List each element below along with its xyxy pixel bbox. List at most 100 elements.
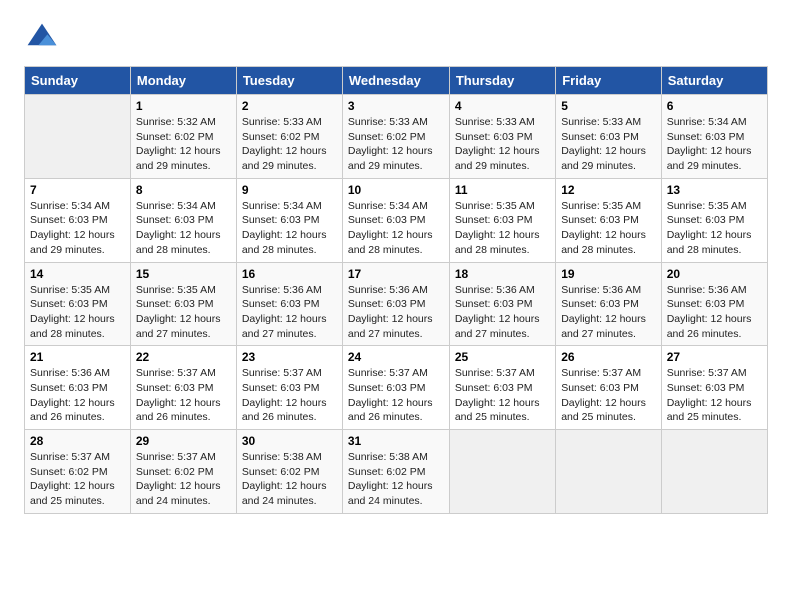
calendar-cell: 25 Sunrise: 5:37 AM Sunset: 6:03 PM Dayli… [449,346,555,430]
column-header-sunday: Sunday [25,67,131,95]
calendar-cell: 15 Sunrise: 5:35 AM Sunset: 6:03 PM Dayli… [130,262,236,346]
calendar-cell: 28 Sunrise: 5:37 AM Sunset: 6:02 PM Dayli… [25,430,131,514]
day-number: 2 [242,99,337,113]
column-header-wednesday: Wednesday [342,67,449,95]
day-number: 5 [561,99,656,113]
calendar-cell: 2 Sunrise: 5:33 AM Sunset: 6:02 PM Daylig… [236,95,342,179]
day-number: 19 [561,267,656,281]
day-info: Sunrise: 5:36 AM Sunset: 6:03 PM Dayligh… [30,366,125,425]
day-number: 15 [136,267,231,281]
calendar-cell: 20 Sunrise: 5:36 AM Sunset: 6:03 PM Dayli… [661,262,767,346]
calendar-cell: 21Sunrise: 5:36 AM Sunset: 6:03 PM Dayli… [25,346,131,430]
day-number: 27 [667,350,762,364]
day-info: Sunrise: 5:34 AM Sunset: 6:03 PM Dayligh… [242,199,337,258]
calendar-week-row: 21Sunrise: 5:36 AM Sunset: 6:03 PM Dayli… [25,346,768,430]
day-number: 11 [455,183,550,197]
day-number: 3 [348,99,444,113]
day-info: Sunrise: 5:34 AM Sunset: 6:03 PM Dayligh… [667,115,762,174]
day-info: Sunrise: 5:33 AM Sunset: 6:03 PM Dayligh… [561,115,656,174]
day-info: Sunrise: 5:36 AM Sunset: 6:03 PM Dayligh… [455,283,550,342]
day-info: Sunrise: 5:38 AM Sunset: 6:02 PM Dayligh… [348,450,444,509]
calendar-cell: 22 Sunrise: 5:37 AM Sunset: 6:03 PM Dayli… [130,346,236,430]
day-number: 23 [242,350,337,364]
calendar-cell: 9 Sunrise: 5:34 AM Sunset: 6:03 PM Daylig… [236,178,342,262]
calendar-cell: 14Sunrise: 5:35 AM Sunset: 6:03 PM Dayli… [25,262,131,346]
day-number: 25 [455,350,550,364]
calendar-cell: 10 Sunrise: 5:34 AM Sunset: 6:03 PM Dayli… [342,178,449,262]
day-info: Sunrise: 5:37 AM Sunset: 6:03 PM Dayligh… [242,366,337,425]
day-number: 24 [348,350,444,364]
day-number: 18 [455,267,550,281]
day-info: Sunrise: 5:37 AM Sunset: 6:02 PM Dayligh… [136,450,231,509]
day-number: 30 [242,434,337,448]
column-header-tuesday: Tuesday [236,67,342,95]
day-info: Sunrise: 5:36 AM Sunset: 6:03 PM Dayligh… [348,283,444,342]
day-info: Sunrise: 5:37 AM Sunset: 6:03 PM Dayligh… [136,366,231,425]
column-header-saturday: Saturday [661,67,767,95]
day-info: Sunrise: 5:37 AM Sunset: 6:02 PM Dayligh… [30,450,125,509]
calendar-cell: 1 Sunrise: 5:32 AM Sunset: 6:02 PM Daylig… [130,95,236,179]
calendar-table: SundayMondayTuesdayWednesdayThursdayFrid… [24,66,768,514]
day-number: 4 [455,99,550,113]
day-info: Sunrise: 5:36 AM Sunset: 6:03 PM Dayligh… [667,283,762,342]
day-number: 10 [348,183,444,197]
day-number: 8 [136,183,231,197]
day-info: Sunrise: 5:33 AM Sunset: 6:02 PM Dayligh… [348,115,444,174]
day-info: Sunrise: 5:35 AM Sunset: 6:03 PM Dayligh… [667,199,762,258]
calendar-cell: 30 Sunrise: 5:38 AM Sunset: 6:02 PM Dayli… [236,430,342,514]
day-info: Sunrise: 5:36 AM Sunset: 6:03 PM Dayligh… [242,283,337,342]
day-info: Sunrise: 5:37 AM Sunset: 6:03 PM Dayligh… [667,366,762,425]
day-info: Sunrise: 5:37 AM Sunset: 6:03 PM Dayligh… [455,366,550,425]
logo [24,20,64,56]
day-number: 20 [667,267,762,281]
day-info: Sunrise: 5:35 AM Sunset: 6:03 PM Dayligh… [455,199,550,258]
day-info: Sunrise: 5:35 AM Sunset: 6:03 PM Dayligh… [136,283,231,342]
column-header-friday: Friday [556,67,662,95]
calendar-cell: 19 Sunrise: 5:36 AM Sunset: 6:03 PM Dayli… [556,262,662,346]
calendar-cell: 8 Sunrise: 5:34 AM Sunset: 6:03 PM Daylig… [130,178,236,262]
calendar-cell: 13 Sunrise: 5:35 AM Sunset: 6:03 PM Dayli… [661,178,767,262]
calendar-cell [449,430,555,514]
day-number: 13 [667,183,762,197]
day-number: 22 [136,350,231,364]
calendar-header-row: SundayMondayTuesdayWednesdayThursdayFrid… [25,67,768,95]
day-info: Sunrise: 5:33 AM Sunset: 6:03 PM Dayligh… [455,115,550,174]
day-info: Sunrise: 5:36 AM Sunset: 6:03 PM Dayligh… [561,283,656,342]
day-info: Sunrise: 5:34 AM Sunset: 6:03 PM Dayligh… [136,199,231,258]
day-number: 6 [667,99,762,113]
day-info: Sunrise: 5:38 AM Sunset: 6:02 PM Dayligh… [242,450,337,509]
day-number: 16 [242,267,337,281]
calendar-cell: 4 Sunrise: 5:33 AM Sunset: 6:03 PM Daylig… [449,95,555,179]
calendar-week-row: 1 Sunrise: 5:32 AM Sunset: 6:02 PM Daylig… [25,95,768,179]
day-info: Sunrise: 5:35 AM Sunset: 6:03 PM Dayligh… [30,283,125,342]
calendar-cell: 24 Sunrise: 5:37 AM Sunset: 6:03 PM Dayli… [342,346,449,430]
day-number: 1 [136,99,231,113]
day-number: 9 [242,183,337,197]
calendar-cell: 3 Sunrise: 5:33 AM Sunset: 6:02 PM Daylig… [342,95,449,179]
day-info: Sunrise: 5:35 AM Sunset: 6:03 PM Dayligh… [561,199,656,258]
calendar-cell: 29 Sunrise: 5:37 AM Sunset: 6:02 PM Dayli… [130,430,236,514]
day-info: Sunrise: 5:37 AM Sunset: 6:03 PM Dayligh… [348,366,444,425]
calendar-cell: 6 Sunrise: 5:34 AM Sunset: 6:03 PM Daylig… [661,95,767,179]
day-number: 29 [136,434,231,448]
column-header-thursday: Thursday [449,67,555,95]
calendar-cell: 7Sunrise: 5:34 AM Sunset: 6:03 PM Daylig… [25,178,131,262]
day-info: Sunrise: 5:32 AM Sunset: 6:02 PM Dayligh… [136,115,231,174]
day-number: 7 [30,183,125,197]
calendar-cell: 18 Sunrise: 5:36 AM Sunset: 6:03 PM Dayli… [449,262,555,346]
calendar-cell: 16 Sunrise: 5:36 AM Sunset: 6:03 PM Dayli… [236,262,342,346]
calendar-cell: 26 Sunrise: 5:37 AM Sunset: 6:03 PM Dayli… [556,346,662,430]
day-number: 26 [561,350,656,364]
day-number: 31 [348,434,444,448]
logo-icon [24,20,60,56]
column-header-monday: Monday [130,67,236,95]
calendar-cell: 17Sunrise: 5:36 AM Sunset: 6:03 PM Dayli… [342,262,449,346]
calendar-week-row: 14Sunrise: 5:35 AM Sunset: 6:03 PM Dayli… [25,262,768,346]
calendar-week-row: 7 Sunrise: 5:34 AM Sunset: 6:03 PM Daylig… [25,178,768,262]
day-info: Sunrise: 5:37 AM Sunset: 6:03 PM Dayligh… [561,366,656,425]
day-number: 28 [30,434,125,448]
day-info: Sunrise: 5:34 AM Sunset: 6:03 PM Dayligh… [348,199,444,258]
calendar-cell: 23 Sunrise: 5:37 AM Sunset: 6:03 PM Dayli… [236,346,342,430]
day-number: 12 [561,183,656,197]
day-info: Sunrise: 5:33 AM Sunset: 6:02 PM Dayligh… [242,115,337,174]
